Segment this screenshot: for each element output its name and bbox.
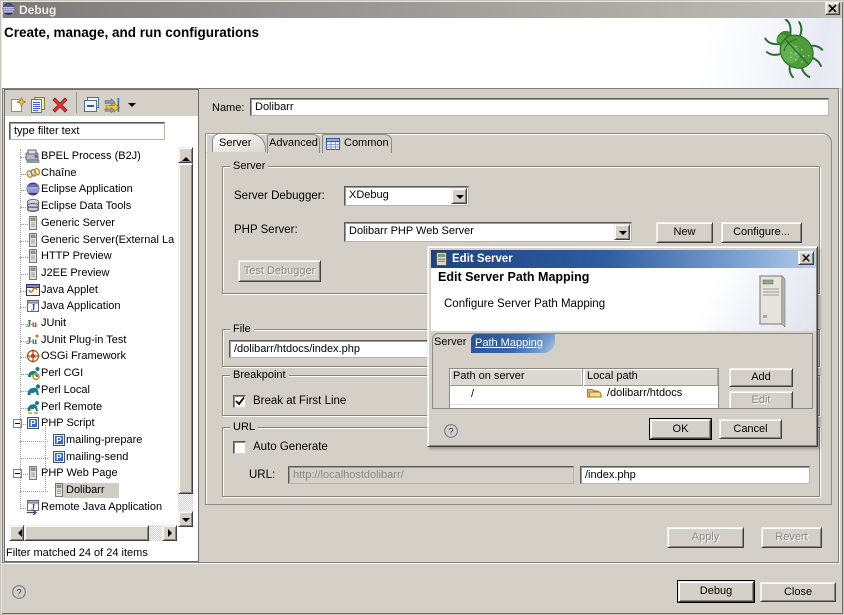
- svg-text:?: ?: [448, 426, 453, 437]
- svg-text:u: u: [32, 319, 37, 329]
- svg-text:P: P: [30, 418, 36, 428]
- svg-text:J: J: [31, 303, 36, 313]
- svg-text:P: P: [56, 452, 62, 462]
- svg-text:?: ?: [16, 587, 21, 598]
- svg-text:P: P: [56, 435, 62, 445]
- svg-text:u: u: [32, 336, 37, 346]
